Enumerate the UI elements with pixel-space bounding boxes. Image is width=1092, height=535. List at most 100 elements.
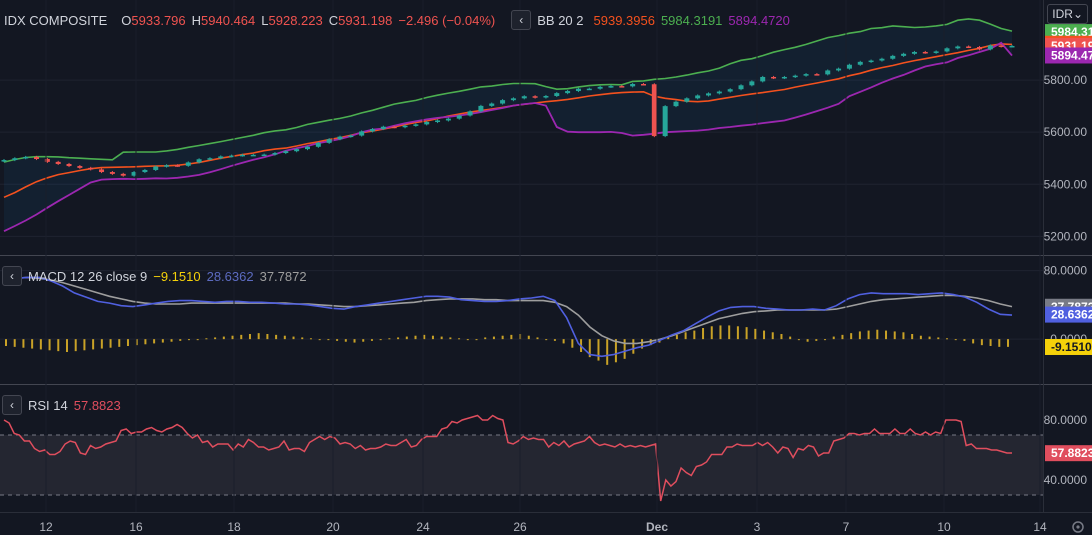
candle-body: [435, 120, 441, 123]
candle-body: [857, 61, 863, 65]
macd-hist-bar: [885, 330, 888, 340]
candle-body: [413, 124, 419, 126]
macd-hist-bar: [623, 339, 626, 359]
currency-button[interactable]: IDR⌄: [1047, 4, 1088, 24]
time-tick-label: 10: [937, 520, 951, 534]
candle-body: [640, 84, 646, 86]
macd-legend: ‹ MACD 12 26 close 9 −9.1510 28.6362 37.…: [2, 266, 307, 286]
candle-body: [196, 159, 202, 163]
candle-body: [955, 46, 961, 49]
macd-hist-bar: [153, 339, 156, 344]
candle-body: [911, 51, 917, 54]
rsi-legend: ‹ RSI 14 57.8823: [2, 395, 121, 415]
candle-body: [142, 169, 148, 173]
candle-body: [673, 101, 679, 107]
candle-body: [1, 160, 7, 162]
candle-body: [55, 161, 61, 164]
candle-body: [825, 70, 831, 75]
candle-body: [608, 86, 614, 88]
candle-body: [532, 96, 538, 98]
macd-value: 28.6362: [206, 268, 254, 284]
macd-hist-bar: [449, 337, 452, 340]
candle-body: [597, 86, 603, 89]
candle-body: [315, 142, 321, 147]
macd-hist-bar: [179, 339, 182, 341]
candle-body: [749, 81, 755, 86]
candle-body: [684, 98, 690, 102]
macd-hist-bar: [144, 339, 147, 345]
macd-hist-bar: [344, 339, 347, 342]
macd-hist-bar: [675, 334, 678, 340]
candle-body: [966, 46, 972, 48]
candle-body: [760, 76, 766, 82]
macd-hist-bar: [266, 334, 269, 340]
macd-hist-bar: [902, 332, 905, 340]
macd-hist-bar: [231, 335, 234, 340]
time-tick-label: 18: [227, 520, 241, 534]
candle-body: [792, 75, 798, 78]
macd-hist-bar: [710, 326, 713, 340]
macd-hist-bar: [74, 339, 77, 352]
macd-hist-bar: [484, 337, 487, 340]
macd-hist-bar: [22, 339, 25, 348]
candle-body: [630, 84, 636, 87]
candle-body: [543, 95, 549, 98]
candle-body: [283, 151, 289, 154]
candle-body: [575, 88, 581, 92]
macd-hist-bar: [763, 330, 766, 340]
candle-body: [944, 48, 950, 52]
candle-body: [716, 91, 722, 94]
collapse-indicators-button[interactable]: ‹: [511, 10, 532, 30]
macd-hist-bar: [928, 336, 931, 340]
candle-body: [651, 84, 657, 137]
macd-hist-bar: [431, 335, 434, 340]
macd-hist-bar: [998, 339, 1001, 347]
candle-body: [370, 129, 376, 132]
price-tick-label: 5200.00: [1044, 229, 1088, 243]
candle-body: [348, 135, 354, 138]
rsi-collapse-button[interactable]: ‹: [2, 395, 22, 415]
macd-hist-bar: [327, 339, 330, 341]
candle-body: [185, 162, 191, 166]
candle-body: [12, 158, 18, 161]
time-tick-label: 26: [513, 520, 527, 534]
candle-body: [250, 154, 256, 157]
rsi-title: RSI 14: [28, 397, 68, 413]
macd-hist-bar: [414, 335, 417, 340]
candle-body: [998, 45, 1004, 47]
macd-hist-bar: [13, 339, 16, 347]
macd-hist-bar: [893, 331, 896, 340]
macd-hist-bar: [170, 339, 173, 342]
macd-hist-bar: [597, 339, 600, 361]
candle-body: [229, 155, 235, 158]
candle-body: [174, 165, 180, 167]
time-tick-label: 16: [129, 520, 143, 534]
macd-hist-bar: [379, 339, 382, 341]
macd-hist-bar: [466, 339, 469, 341]
candle-body: [34, 156, 40, 160]
candle-body: [99, 169, 105, 173]
candle-body: [510, 98, 516, 101]
macd-hist-bar: [214, 337, 217, 340]
macd-hist-bar: [458, 338, 461, 340]
bb-lower-value: 5894.4720: [728, 12, 790, 28]
main-price-label: 5894.47: [1051, 48, 1092, 62]
high-value: 5940.464: [201, 12, 256, 28]
candle-body: [456, 115, 462, 119]
candle-body: [261, 154, 267, 157]
main-legend: IDX COMPOSITE O5933.796 H5940.464 L5928.…: [4, 10, 790, 30]
macd-hist-bar: [362, 339, 365, 342]
macd-hist-bar: [370, 339, 373, 341]
low-label: L: [261, 12, 269, 28]
low-value: 5928.223: [268, 12, 323, 28]
macd-hist-bar: [161, 339, 164, 343]
macd-hist-bar: [771, 332, 774, 340]
macd-hist-bar: [187, 339, 190, 341]
macd-hist-bar: [501, 335, 504, 340]
change-value: −2.496 (−0.04%): [398, 12, 496, 28]
candle-body: [294, 149, 300, 152]
macd-hist-bar: [980, 339, 983, 346]
macd-collapse-button[interactable]: ‹: [2, 266, 22, 286]
candle-body: [586, 88, 592, 91]
chevron-down-icon: ⌄: [1072, 7, 1083, 21]
